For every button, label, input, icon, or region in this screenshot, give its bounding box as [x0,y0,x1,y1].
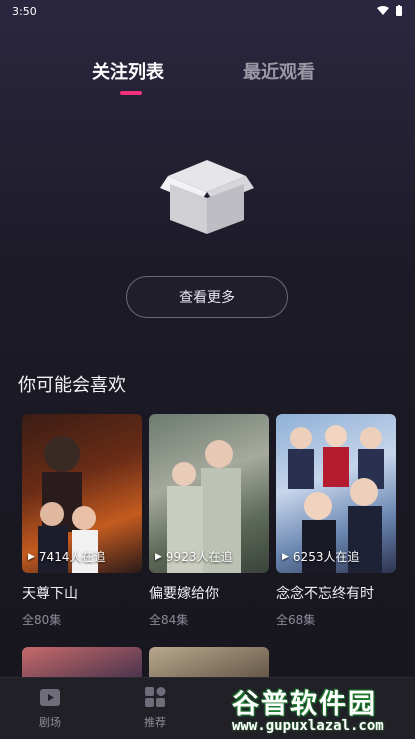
episode-count: 全84集 [149,613,189,627]
nav-theater[interactable]: 剧场 [30,686,70,730]
wifi-icon [377,6,389,15]
see-more-button[interactable]: 查看更多 [126,276,288,318]
active-tab-indicator [120,91,142,95]
tab-bar: 关注列表 最近观看 [0,58,415,98]
drama-title: 偏要嫁给你 [149,586,219,602]
status-icons [377,5,403,17]
tab-follow-list[interactable]: 关注列表 [92,58,164,84]
viewer-count: ▶ 6253人在追 [282,550,360,564]
tab-recently-watched[interactable]: 最近观看 [243,58,315,84]
drama-card[interactable]: ▶ 6253人在追 念念不忘终有时 全68集 [276,414,396,628]
recommend-section-title: 你可能会喜欢 [18,375,126,396]
grid-icon [145,687,166,707]
nav-label: 剧场 [39,716,61,729]
episode-count: 全80集 [22,613,62,627]
play-icon: ▶ [28,551,35,562]
drama-title: 念念不忘终有时 [276,586,374,602]
viewer-count: ▶ 9923人在追 [155,550,233,564]
viewer-count: ▶ 7414人在追 [28,550,106,564]
play-icon: ▶ [282,551,289,562]
drama-poster: ▶ 6253人在追 [276,414,396,573]
drama-poster: ▶ 9923人在追 [149,414,269,573]
drama-card[interactable]: ▶ 7414人在追 天尊下山 全80集 [22,414,142,628]
watermark-url: www.gupuxlazal.com [232,718,384,734]
status-bar: 3:50 [0,0,415,22]
drama-poster: ▶ 7414人在追 [22,414,142,573]
battery-icon [396,5,402,16]
episode-count: 全68集 [276,613,316,627]
drama-title: 天尊下山 [22,586,78,602]
site-watermark: 谷普软件园 www.gupuxlazal.com [228,680,415,739]
play-icon: ▶ [155,551,162,562]
status-time: 3:50 [12,4,37,18]
nav-label: 推荐 [144,716,166,729]
empty-box-icon [160,160,254,234]
drama-card[interactable]: ▶ 9923人在追 偏要嫁给你 全84集 [149,414,269,628]
nav-recommend[interactable]: 推荐 [135,686,175,730]
clapperboard-icon [40,689,60,706]
watermark-title: 谷普软件园 [232,689,377,720]
